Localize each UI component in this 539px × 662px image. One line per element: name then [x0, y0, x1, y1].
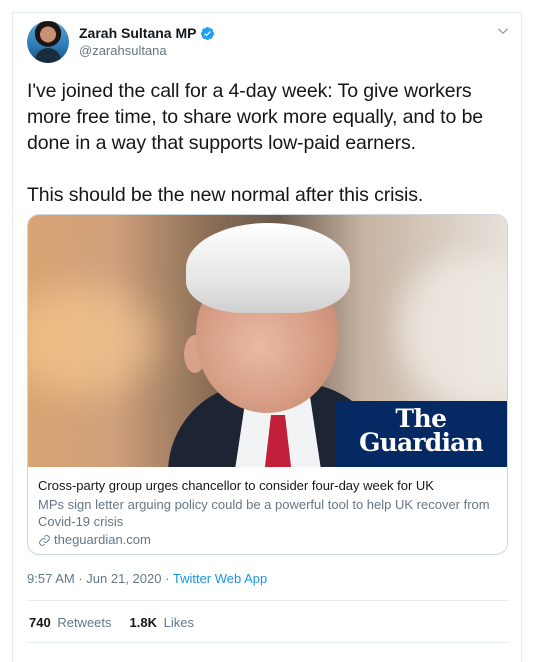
background-blur — [398, 255, 507, 405]
tweet-text-line: This should be the new normal after this… — [27, 184, 424, 206]
author-display-name[interactable]: Zarah Sultana MP — [79, 25, 196, 41]
background-blur — [28, 285, 158, 395]
retweets-stat[interactable]: 740 Retweets — [29, 615, 112, 630]
divider — [27, 642, 509, 643]
likes-label: Likes — [163, 615, 194, 630]
card-description: MPs sign letter arguing policy could be … — [38, 497, 490, 529]
avatar-figure — [35, 48, 61, 63]
meta-separator: · — [165, 571, 170, 586]
tweet-text: I've joined the call for a 4-day week: T… — [27, 78, 507, 208]
card-domain: theguardian.com — [38, 531, 497, 549]
avatar[interactable] — [27, 21, 69, 63]
likes-stat[interactable]: 1.8K Likes — [130, 615, 194, 630]
author-handle[interactable]: @zarahsultana — [79, 43, 167, 58]
tweet-source-link[interactable]: Twitter Web App — [173, 571, 267, 586]
card-title: Cross-party group urges chancellor to co… — [38, 478, 434, 493]
tweet-text-line: done in a way that supports low-paid ear… — [27, 132, 416, 154]
card-image: The Guardian — [28, 215, 507, 467]
link-preview-card[interactable]: The Guardian Cross-party group urges cha… — [27, 214, 508, 555]
link-icon — [39, 534, 50, 546]
tweet-text-line: I've joined the call for a 4-day week: T… — [27, 80, 472, 102]
tweet-text-line: more free time, to share work more equal… — [27, 106, 484, 128]
guardian-logo: The Guardian — [335, 401, 507, 467]
retweets-count: 740 — [29, 615, 51, 630]
divider — [27, 600, 509, 601]
photo-hair — [186, 223, 350, 313]
author-name-row: Zarah Sultana MP — [79, 25, 215, 41]
card-domain-text: theguardian.com — [54, 532, 151, 547]
likes-count: 1.8K — [129, 615, 157, 630]
tweet-time[interactable]: 9:57 AM — [27, 571, 75, 586]
chevron-down-icon[interactable] — [496, 24, 510, 38]
tweet-meta: 9:57 AM · Jun 21, 2020 · Twitter Web App — [27, 571, 267, 586]
guardian-logo-line2: Guardian — [359, 428, 484, 457]
verified-badge-icon — [201, 26, 215, 40]
card-body: Cross-party group urges chancellor to co… — [28, 467, 507, 549]
tweet-stats: 740 Retweets 1.8K Likes — [29, 615, 194, 630]
retweets-label: Retweets — [57, 615, 112, 630]
meta-separator: · — [78, 571, 83, 586]
tweet-date[interactable]: Jun 21, 2020 — [86, 571, 161, 586]
